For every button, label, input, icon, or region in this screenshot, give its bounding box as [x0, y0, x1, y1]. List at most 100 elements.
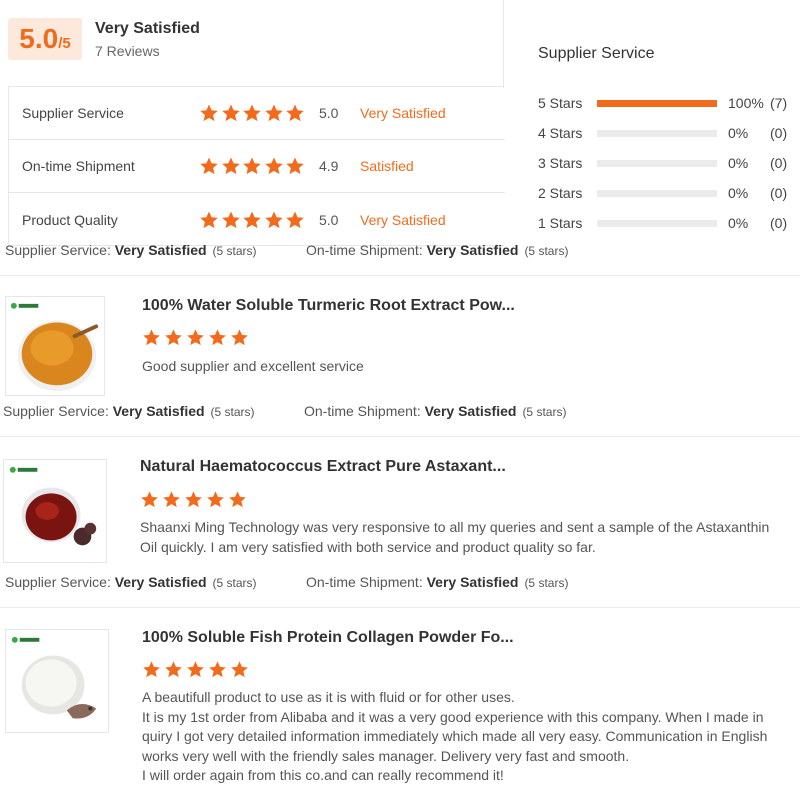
distribution-bar-track [597, 130, 717, 137]
distribution-count: (0) [770, 215, 788, 231]
star-icon [140, 490, 159, 509]
distribution-percent: 0% [728, 155, 749, 171]
overall-score-max: /5 [58, 35, 71, 52]
supplier-service-label: Supplier Service: [3, 403, 113, 419]
distribution-row-3: 3 Stars 0% (0) [538, 153, 798, 173]
rating-status: Satisfied [360, 158, 414, 174]
review-text-line: Shaanxi Ming Technology was very respons… [140, 519, 770, 535]
rating-score: 4.9 [319, 158, 339, 174]
distribution-label: 1 Stars [538, 215, 583, 231]
product-thumbnail-astaxanthin[interactable] [3, 459, 107, 563]
star-icon [162, 490, 181, 509]
star-icon [199, 103, 219, 123]
rating-stars [199, 210, 307, 230]
star-icon [208, 328, 227, 347]
review-text-line: Good supplier and excellent service [142, 358, 364, 374]
on-time-shipment-summary: On-time Shipment: Very Satisfied (5 stars… [306, 242, 568, 258]
rating-label: On-time Shipment [22, 158, 135, 174]
review-text-line: I will order again from this co.and can … [142, 767, 504, 783]
on-time-shipment-stars-text: (5 stars) [524, 576, 569, 590]
collagen-powder-image [6, 630, 108, 732]
review-product-title[interactable]: 100% Water Soluble Turmeric Root Extract… [142, 297, 515, 315]
distribution-label: 3 Stars [538, 155, 583, 171]
review-text-line: It is my 1st order from Alibaba and it w… [142, 708, 764, 725]
review-text-line: quiry I got very detailed information im… [142, 728, 768, 744]
on-time-shipment-stars-text: (5 stars) [522, 405, 567, 419]
review-text-line: works very well with the friendly sales … [142, 747, 630, 764]
supplier-service-label: Supplier Service: [5, 574, 115, 590]
distribution-label: 5 Stars [538, 95, 583, 111]
distribution-row-1: 1 Stars 0% (0) [538, 213, 798, 233]
distribution-bar-track [597, 220, 717, 227]
star-icon [164, 660, 183, 679]
distribution-label: 4 Stars [538, 125, 583, 141]
product-thumbnail-turmeric[interactable] [5, 296, 105, 396]
on-time-shipment-stars-text: (5 stars) [524, 244, 569, 258]
supplier-service-value: Very Satisfied [112, 403, 205, 419]
review-text: Shaanxi Ming Technology was very respons… [140, 518, 769, 557]
turmeric-powder-image [6, 297, 104, 395]
distribution-count: (7) [770, 95, 788, 111]
on-time-shipment-value: Very Satisfied [426, 242, 519, 258]
distribution-bar-track [597, 190, 717, 197]
overall-satisfaction-label: Very Satisfied [95, 20, 200, 37]
star-icon [264, 210, 284, 230]
overall-score: 5.0 [19, 23, 59, 54]
distribution-row-5: 5 Stars 100% (7) [538, 93, 798, 113]
section-divider [0, 275, 800, 276]
distribution-bar-fill [597, 100, 717, 107]
distribution-count: (0) [770, 185, 788, 201]
review-text-line: Oil quickly. I am very satisfied with bo… [140, 538, 596, 555]
supplier-service-value: Very Satisfied [114, 574, 207, 590]
review-supplier-service: Supplier Service: Very Satisfied (5 stars… [5, 574, 257, 590]
star-icon [264, 156, 284, 176]
star-icon [228, 490, 247, 509]
review-text: A beautifull product to use as it is wit… [142, 688, 767, 786]
star-icon [230, 660, 249, 679]
review-text: Good supplier and excellent service [142, 357, 364, 377]
star-icon [142, 328, 161, 347]
star-icon [206, 490, 225, 509]
star-icon [221, 103, 241, 123]
star-icon [285, 103, 305, 123]
star-icon [285, 156, 305, 176]
review-on-time-shipment: On-time Shipment: Very Satisfied (5 stars… [306, 574, 568, 590]
star-icon [186, 660, 205, 679]
star-icon [221, 156, 241, 176]
product-thumbnail-collagen[interactable] [5, 629, 109, 733]
on-time-shipment-value: Very Satisfied [426, 574, 519, 590]
star-icon [264, 103, 284, 123]
on-time-shipment-value: Very Satisfied [424, 403, 517, 419]
rating-label: Product Quality [22, 211, 118, 228]
star-icon [221, 210, 241, 230]
supplier-service-value: Very Satisfied [114, 242, 207, 258]
supplier-service-summary: Supplier Service: Very Satisfied (5 stars… [5, 242, 257, 258]
distribution-row-4: 4 Stars 0% (0) [538, 123, 798, 143]
star-icon [230, 328, 249, 347]
on-time-shipment-label: On-time Shipment: [306, 242, 427, 258]
star-icon [242, 210, 262, 230]
reviews-count: 7 Reviews [95, 43, 160, 59]
distribution-label: 2 Stars [538, 185, 583, 201]
supplier-service-label: Supplier Service: [5, 242, 115, 258]
supplier-service-stars-text: (5 stars) [210, 405, 255, 419]
review-supplier-service: Supplier Service: Very Satisfied (5 stars… [3, 403, 255, 419]
star-icon [142, 660, 161, 679]
distribution-count: (0) [770, 125, 788, 141]
review-on-time-shipment: On-time Shipment: Very Satisfied (5 stars… [304, 403, 566, 419]
star-icon [199, 210, 219, 230]
star-icon [186, 328, 205, 347]
review-product-title[interactable]: Natural Haematococcus Extract Pure Astax… [140, 458, 506, 476]
rating-stars [199, 156, 307, 176]
review-product-title[interactable]: 100% Soluble Fish Protein Collagen Powde… [142, 629, 514, 647]
section-divider [0, 607, 800, 608]
star-icon [285, 210, 305, 230]
review-stars [142, 660, 252, 679]
supplier-service-stars-text: (5 stars) [212, 244, 257, 258]
on-time-shipment-label: On-time Shipment: [304, 403, 425, 419]
rating-label: Supplier Service [22, 105, 124, 121]
rating-breakdown-table: Supplier Service 5.0 Very Satisfied On-t… [8, 86, 505, 246]
astaxanthin-oil-image [4, 460, 106, 562]
distribution-bar-track [597, 100, 717, 107]
supplier-service-stars-text: (5 stars) [212, 576, 257, 590]
